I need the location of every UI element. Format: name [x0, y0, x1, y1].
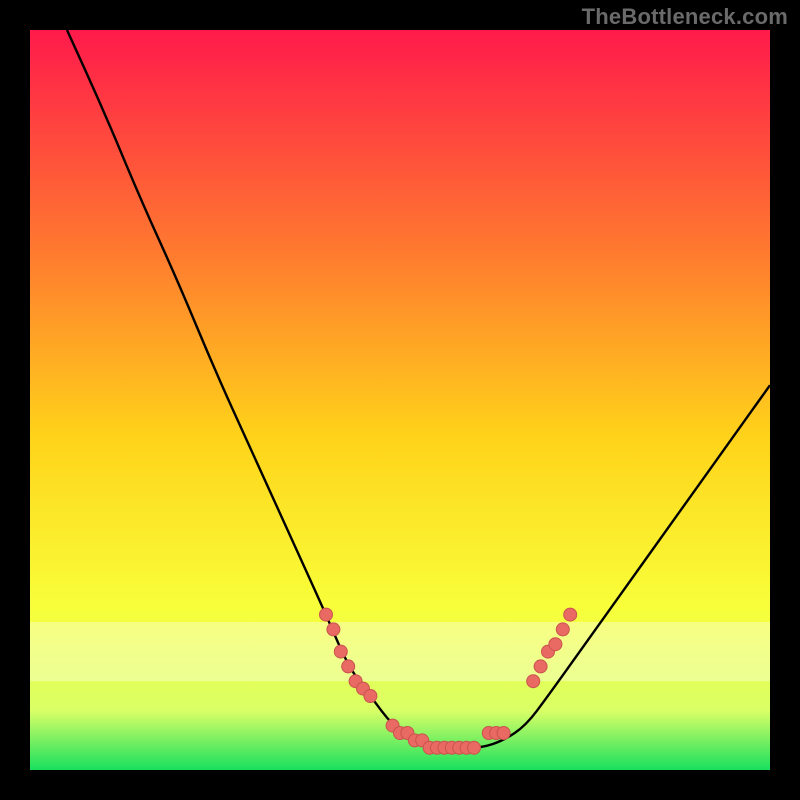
pale-horizontal-band	[30, 622, 770, 681]
data-marker	[527, 675, 540, 688]
data-marker	[342, 660, 355, 673]
data-marker	[320, 608, 333, 621]
watermark-text: TheBottleneck.com	[582, 4, 788, 30]
data-marker	[497, 727, 510, 740]
data-marker	[549, 638, 562, 651]
data-marker	[534, 660, 547, 673]
data-marker	[564, 608, 577, 621]
data-marker	[334, 645, 347, 658]
bottleneck-chart	[30, 30, 770, 770]
data-marker	[556, 623, 569, 636]
data-marker	[364, 690, 377, 703]
data-marker	[468, 741, 481, 754]
data-marker	[327, 623, 340, 636]
chart-frame	[30, 30, 770, 770]
